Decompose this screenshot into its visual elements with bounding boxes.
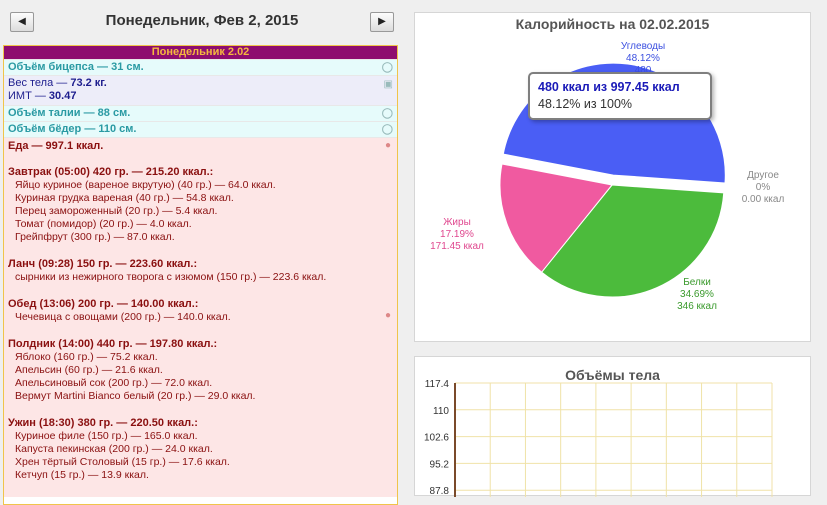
waist-text: Объём талии — 88 см. [8,107,131,119]
day-header: Понедельник 2.02 [4,46,397,59]
bmi-value: 30.47 [48,90,77,102]
y-tick-label: 117.4 [425,379,450,390]
meal-title: Завтрак (05:00) 420 гр. — 215.20 ккал.: [8,166,214,178]
meal-item: Апельсин (60 гр.) — 21.6 ккал. [15,364,163,376]
hips-row[interactable]: Объём бёдер — 110 см. ◯ [4,121,397,137]
meal-item: сырники из нежирного творога с изюмом (1… [15,271,327,283]
y-tick-label: 87.8 [430,486,450,497]
pie-label: 346 ккал [677,301,717,312]
tape-measure-icon: ◯ [381,124,393,135]
calories-pie-chart: Углеводы48.12%480Белки34.69%346 ккалЖиры… [430,41,785,312]
meal-item: Кетчуп (15 гр.) — 13.9 ккал. [15,469,149,481]
calories-chart-card: Калорийность на 02.02.2015 Углеводы 48.12… [414,12,811,342]
volumes-line-chart: 117.4110102.695.287.880.4 [424,379,773,497]
weight-label: Вес тела — [8,77,71,89]
next-day-button[interactable]: ▶ [370,12,394,32]
pie-label: 34.69% [680,289,714,300]
apple-icon: ● [384,140,391,151]
biceps-row[interactable]: Объём бицепса — 31 см. ◯ [4,59,397,75]
tooltip-line2: 48.12% из 100% [538,97,633,111]
meal-item: Вермут Martini Bianco белый (20 гр.) — 2… [15,390,256,402]
meal-breakfast: Завтрак (05:00) 420 гр. — 215.20 ккал.: … [8,165,393,244]
tape-measure-icon: ◯ [381,108,393,119]
meal-title: Полдник (14:00) 440 гр. — 197.80 ккал.: [8,338,218,350]
prev-day-button[interactable]: ◀ [10,12,34,32]
pie-label: 171.45 ккал [430,241,484,252]
food-section[interactable]: Еда — 997.1 ккал. ● ● Завтрак (05:00) 42… [4,137,397,497]
day-column: ◀ Понедельник, Фев 2, 2015 ▶ Понедельник… [0,0,404,505]
meal-item: Куриное филе (150 гр.) — 165.0 ккал. [15,430,198,442]
waist-row[interactable]: Объём талии — 88 см. ◯ [4,105,397,121]
meal-item: Яйцо куриное (вареное вкрутую) (40 гр.) … [15,179,276,191]
volumes-chart-card: Объёмы тела 117.4110102.695.287.880.4 [414,356,811,497]
triangle-left-icon: ◀ [18,16,26,27]
y-tick-label: 110 [433,406,449,417]
pie-label: 48.12% [626,53,660,64]
pie-label: Углеводы [621,41,665,52]
meal-title: Ланч (09:28) 150 гр. — 223.60 ккал.: [8,258,198,270]
pie-label: Жиры [443,217,471,228]
meal-item: Томат (помидор) (20 гр.) — 4.0 ккал. [15,218,192,230]
weight-row[interactable]: Вес тела — 73.2 кг. ИМТ — 30.47 ▣ [4,75,397,105]
meal-item: Хрен тёртый Столовый (15 гр.) — 17.6 кка… [15,456,230,468]
meal-lunch: Ланч (09:28) 150 гр. — 223.60 ккал.: сыр… [8,257,393,284]
pie-label: Другое [747,170,779,181]
meal-supper: Ужин (18:30) 380 гр. — 220.50 ккал.: Кур… [8,416,393,482]
y-tick-label: 95.2 [430,459,450,470]
meal-item: Куриная грудка вареная (40 гр.) — 54.8 к… [15,192,234,204]
apple-icon: ● [384,310,391,321]
meal-dinner: Обед (13:06) 200 гр. — 140.00 ккал.: Чеч… [8,297,393,324]
meal-item: Грейпфрут (300 гр.) — 87.0 ккал. [15,231,175,243]
meal-snack: Полдник (14:00) 440 гр. — 197.80 ккал.: … [8,337,393,403]
pie-label: 17.19% [440,229,474,240]
tooltip-line1: 480 ккал из 997.45 ккал [538,80,680,94]
triangle-right-icon: ▶ [378,16,386,27]
meal-item: Чечевица с овощами (200 гр.) — 140.0 кка… [15,311,231,323]
meal-item: Апельсиновый сок (200 гр.) — 72.0 ккал. [15,377,213,389]
y-tick-label: 102.6 [424,433,449,444]
date-title: Понедельник, Фев 2, 2015 [105,12,299,29]
weight-value: 73.2 кг. [70,77,107,89]
pie-label: 0.00 ккал [742,194,785,205]
food-total: Еда — 997.1 ккал. [8,140,104,152]
pie-label: Белки [683,277,711,288]
meal-title: Обед (13:06) 200 гр. — 140.00 ккал.: [8,298,199,310]
day-log-panel: Понедельник 2.02 Объём бицепса — 31 см. … [3,45,398,505]
pie-label: 0% [756,182,771,193]
meal-item: Яблоко (160 гр.) — 75.2 ккал. [15,351,158,363]
meal-item: Капуста пекинская (200 гр.) — 24.0 ккал. [15,443,213,455]
hips-text: Объём бёдер — 110 см. [8,123,137,135]
scale-icon: ▣ [383,79,393,90]
bmi-label: ИМТ — [8,90,49,102]
tape-measure-icon: ◯ [381,62,393,73]
meal-title: Ужин (18:30) 380 гр. — 220.50 ккал.: [8,417,198,429]
biceps-text: Объём бицепса — 31 см. [8,61,144,73]
pie-tooltip: 480 ккал из 997.45 ккал 48.12% из 100% [528,72,712,120]
meal-item: Перец замороженный (20 гр.) — 5.4 ккал. [15,205,218,217]
